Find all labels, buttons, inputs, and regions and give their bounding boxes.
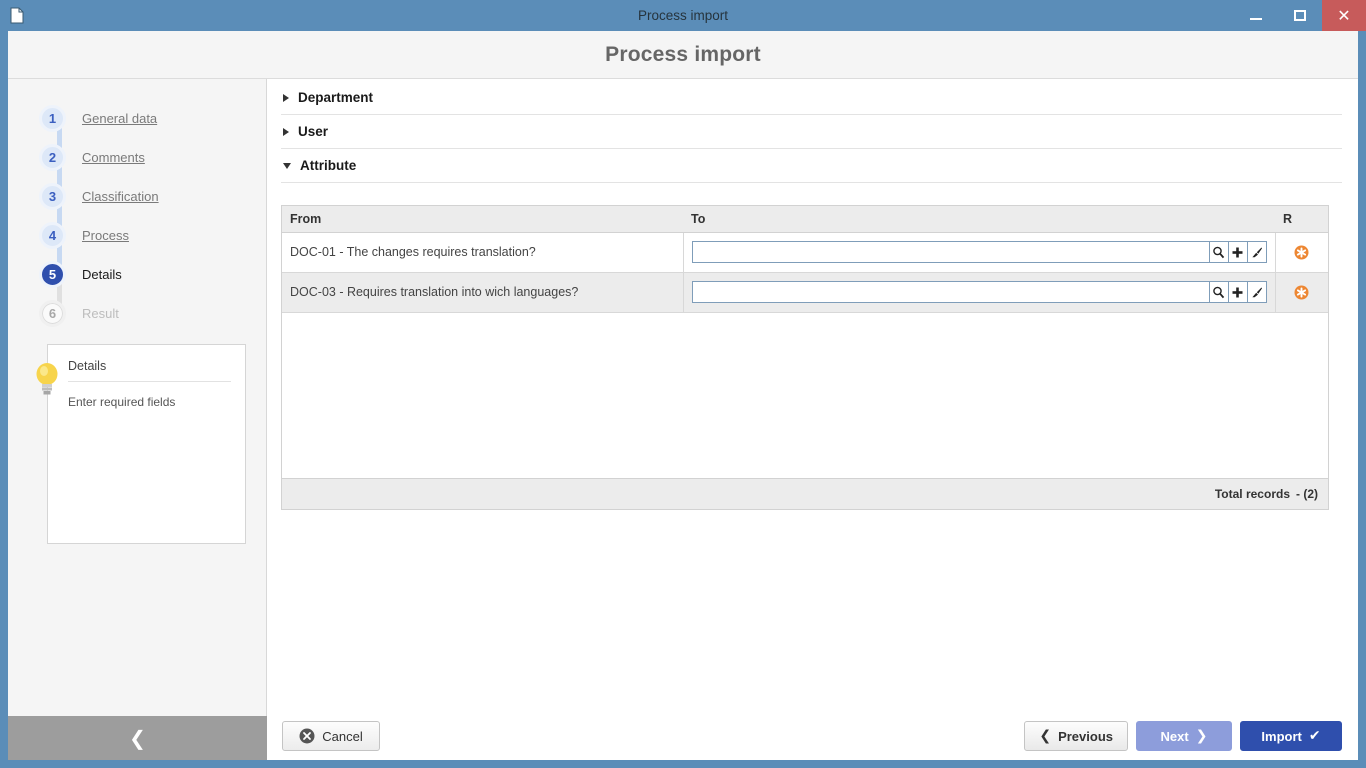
sidebar-step-comments[interactable]: 2 Comments <box>8 126 266 177</box>
cell-to <box>682 272 1276 313</box>
search-icon[interactable] <box>1209 241 1229 263</box>
column-header-r: R <box>1275 206 1328 233</box>
close-icon: ✕ <box>1337 5 1351 25</box>
circle-x-icon <box>299 728 315 744</box>
step-number-badge: 4 <box>39 222 66 249</box>
cell-to <box>682 232 1276 273</box>
hint-panel: Details Enter required fields <box>36 344 246 544</box>
step-label[interactable]: Process <box>82 228 129 243</box>
lookup-field-group <box>691 281 1267 303</box>
table-header-row: From To R <box>282 206 1328 233</box>
cancel-label: Cancel <box>322 728 363 744</box>
step-label[interactable]: Comments <box>82 150 145 165</box>
step-label: Result <box>82 306 119 321</box>
step-number-badge: 5 <box>39 261 66 288</box>
sidebar-step-result: 6 Result <box>8 282 266 333</box>
chevron-left-icon: ❮ <box>129 726 146 750</box>
step-number-badge: 2 <box>39 144 66 171</box>
plus-icon[interactable] <box>1228 281 1248 303</box>
previous-button[interactable]: ❮ Previous <box>1024 721 1128 751</box>
table-empty-space <box>282 312 1328 479</box>
hint-box: Details Enter required fields <box>47 344 246 544</box>
plus-icon[interactable] <box>1228 241 1248 263</box>
cell-from: DOC-01 - The changes requires translatio… <box>282 232 683 273</box>
lightbulb-icon <box>35 362 59 396</box>
attribute-table: From To R DOC-01 - The changes requires … <box>281 205 1329 510</box>
next-label: Next <box>1160 728 1189 744</box>
minimize-icon <box>1250 17 1262 20</box>
body-row: 1 General data 2 Comments 3 Classificati… <box>8 79 1358 760</box>
previous-label: Previous <box>1058 728 1113 744</box>
section-header-attribute[interactable]: Attribute <box>281 149 1342 183</box>
chevron-right-icon: ❯ <box>1195 728 1208 744</box>
check-icon: ✔ <box>1308 728 1321 744</box>
document-icon <box>10 7 24 24</box>
chevron-right-icon <box>283 127 289 136</box>
required-asterisk-icon[interactable] <box>1294 285 1309 300</box>
step-label[interactable]: Classification <box>82 189 159 204</box>
sidebar-step-general-data[interactable]: 1 General data <box>8 99 266 138</box>
minimize-button[interactable] <box>1234 0 1278 31</box>
maximize-button[interactable] <box>1278 0 1322 31</box>
maximize-icon <box>1294 10 1306 21</box>
section-label: User <box>298 124 329 139</box>
section-header-department[interactable]: Department <box>281 81 1342 115</box>
sidebar-step-details[interactable]: 5 Details <box>8 243 266 294</box>
step-label[interactable]: General data <box>82 111 157 126</box>
import-button[interactable]: Import ✔ <box>1240 721 1342 751</box>
window-controls: ✕ <box>1234 0 1366 31</box>
table-footer: Total records - (2) <box>282 478 1328 509</box>
wizard-nav-buttons: ❮ Previous Next ❯ Import ✔ <box>1024 721 1342 751</box>
cell-required <box>1274 232 1328 273</box>
sidebar: 1 General data 2 Comments 3 Classificati… <box>8 79 267 760</box>
step-number-badge: 3 <box>39 183 66 210</box>
brush-icon[interactable] <box>1247 241 1267 263</box>
chevron-down-icon <box>283 162 291 169</box>
lookup-field-group <box>691 241 1267 263</box>
table-row: DOC-03 - Requires translation into wich … <box>282 272 1328 313</box>
hint-text: Enter required fields <box>68 395 176 409</box>
cell-from: DOC-03 - Requires translation into wich … <box>282 272 683 313</box>
hint-title: Details <box>68 359 231 382</box>
next-button[interactable]: Next ❯ <box>1136 721 1232 751</box>
client-area: Process import 1 General data 2 Comments <box>8 31 1358 760</box>
section-label: Attribute <box>300 158 357 173</box>
page-title: Process import <box>605 42 761 66</box>
total-records-label: Total records <box>1214 486 1290 501</box>
cell-required <box>1274 272 1328 313</box>
section-header-user[interactable]: User <box>281 115 1342 149</box>
brush-icon[interactable] <box>1247 281 1267 303</box>
to-input[interactable] <box>691 241 1210 263</box>
step-number-badge: 6 <box>39 300 66 327</box>
search-icon[interactable] <box>1209 281 1229 303</box>
column-header-to: To <box>683 206 1275 233</box>
main-content: Department User Attribute From To R DOC-… <box>267 79 1358 760</box>
step-wizard: 1 General data 2 Comments 3 Classificati… <box>8 79 266 333</box>
step-label: Details <box>82 267 122 282</box>
import-label: Import <box>1261 728 1302 744</box>
sidebar-step-classification[interactable]: 3 Classification <box>8 165 266 216</box>
close-button[interactable]: ✕ <box>1322 0 1366 31</box>
to-input[interactable] <box>691 281 1210 303</box>
footer-action-bar: Cancel ❮ Previous Next ❯ Import ✔ <box>268 712 1358 760</box>
chevron-left-icon: ❮ <box>1039 728 1052 744</box>
step-number-badge: 1 <box>39 105 66 132</box>
column-header-from: From <box>282 206 683 233</box>
cancel-button[interactable]: Cancel <box>282 721 380 751</box>
window-title: Process import <box>637 8 729 23</box>
sidebar-step-process[interactable]: 4 Process <box>8 204 266 255</box>
application-window: Process import ✕ Process import 1 Genera… <box>0 0 1366 768</box>
page-header: Process import <box>8 31 1358 79</box>
title-bar: Process import ✕ <box>0 0 1366 31</box>
total-records-count: - (2) <box>1296 486 1318 501</box>
table-row: DOC-01 - The changes requires translatio… <box>282 232 1328 273</box>
sidebar-collapse-button[interactable]: ❮ <box>8 716 267 760</box>
chevron-right-icon <box>283 93 289 102</box>
required-asterisk-icon[interactable] <box>1294 245 1309 260</box>
section-label: Department <box>298 90 374 105</box>
